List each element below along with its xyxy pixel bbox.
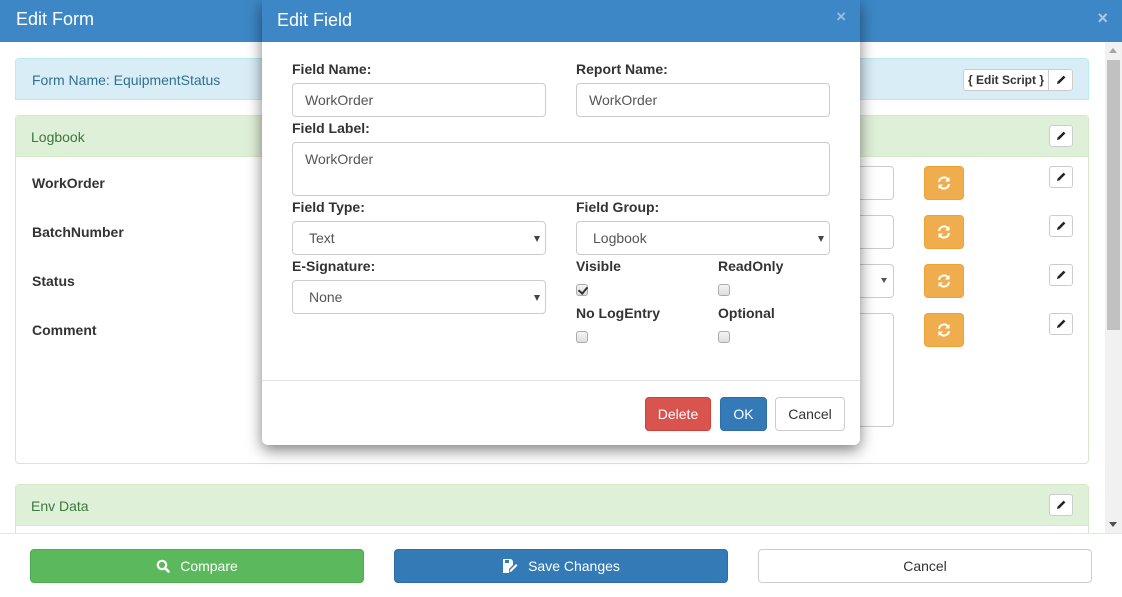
field-label: Comment (32, 322, 97, 338)
field-label-textarea[interactable]: WorkOrder (292, 142, 830, 196)
delete-button[interactable]: Delete (645, 397, 711, 431)
pencil-icon (1057, 270, 1066, 279)
save-edit-icon (503, 559, 518, 573)
pencil-icon (1057, 319, 1066, 328)
field-name-label: Field Name: (292, 61, 372, 77)
edit-field-title: Edit Field (277, 10, 353, 30)
refresh-button[interactable] (924, 264, 964, 298)
field-type-select[interactable]: Text (292, 221, 546, 255)
edit-form-pencil-button[interactable] (1049, 70, 1072, 90)
group-title: Logbook (31, 129, 85, 145)
report-name-input[interactable]: WorkOrder (576, 83, 830, 117)
edit-field-button[interactable] (1049, 166, 1073, 188)
edit-script-button[interactable]: { Edit Script } (964, 70, 1049, 90)
refresh-icon (938, 225, 950, 239)
edit-field-dialog: Edit Field × Field Name: WorkOrder Repor… (262, 0, 860, 445)
edit-form-footer: Compare Save Changes Cancel (0, 533, 1122, 597)
group-title: Env Data (31, 498, 89, 514)
edit-script-group: { Edit Script } (962, 69, 1073, 91)
pencil-icon (1057, 172, 1066, 181)
edit-field-button[interactable] (1049, 313, 1073, 335)
pencil-icon (1056, 75, 1065, 84)
esignature-value: None (309, 289, 343, 305)
edit-group-button[interactable] (1049, 494, 1073, 516)
field-group-label: Field Group: (576, 199, 660, 215)
field-label: BatchNumber (32, 224, 124, 240)
pencil-icon (1057, 131, 1066, 140)
close-icon[interactable]: × (1097, 8, 1108, 29)
esignature-label: E-Signature: (292, 258, 376, 274)
edit-field-footer: Delete OK Cancel (262, 380, 860, 445)
scrollbar-thumb[interactable] (1107, 60, 1120, 330)
refresh-button[interactable] (924, 215, 964, 249)
form-name-label: Form Name: EquipmentStatus (32, 72, 221, 88)
optional-checkbox[interactable] (718, 331, 730, 343)
ok-button[interactable]: OK (720, 397, 767, 431)
scroll-down-arrow-icon[interactable] (1109, 522, 1117, 527)
pencil-icon (1057, 500, 1066, 509)
edit-group-button[interactable] (1049, 125, 1073, 147)
optional-label: Optional (718, 305, 775, 321)
field-group-select[interactable]: Logbook (576, 221, 830, 255)
caret-down-icon (818, 236, 824, 242)
cancel-button[interactable]: Cancel (758, 549, 1092, 583)
compare-label: Compare (180, 558, 238, 574)
field-type-label: Field Type: (292, 199, 365, 215)
refresh-icon (938, 274, 950, 288)
field-name-input[interactable]: WorkOrder (292, 83, 546, 117)
field-label: Status (32, 273, 75, 289)
no-logentry-label: No LogEntry (576, 305, 660, 321)
caret-down-icon (534, 236, 540, 242)
edit-field-header: Edit Field × (262, 0, 860, 42)
close-icon[interactable]: × (836, 7, 846, 27)
field-input[interactable] (856, 215, 894, 249)
readonly-checkbox[interactable] (718, 284, 730, 296)
scroll-up-arrow-icon[interactable] (1109, 48, 1117, 53)
field-label: WorkOrder (32, 175, 105, 191)
visible-label: Visible (576, 258, 621, 274)
group-heading-env-data: Env Data (16, 485, 1088, 526)
group-panel-env-data: Env Data (15, 484, 1089, 533)
search-icon (156, 559, 171, 573)
edit-field-button[interactable] (1049, 264, 1073, 286)
field-select[interactable] (856, 264, 894, 298)
save-changes-label: Save Changes (528, 558, 620, 574)
report-name-label: Report Name: (576, 61, 668, 77)
compare-button[interactable]: Compare (30, 549, 364, 583)
edit-field-button[interactable] (1049, 215, 1073, 237)
edit-form-title: Edit Form (16, 9, 95, 29)
caret-down-icon (881, 278, 887, 283)
readonly-label: ReadOnly (718, 258, 784, 274)
field-type-value: Text (309, 230, 335, 246)
field-label-label: Field Label: (292, 120, 370, 136)
pencil-icon (1057, 221, 1066, 230)
caret-down-icon (534, 295, 540, 301)
vertical-scrollbar[interactable] (1105, 42, 1122, 533)
esignature-select[interactable]: None (292, 280, 546, 314)
refresh-icon (938, 176, 950, 190)
visible-checkbox[interactable] (576, 284, 588, 296)
cancel-field-button[interactable]: Cancel (775, 397, 845, 431)
refresh-button[interactable] (924, 166, 964, 200)
refresh-icon (938, 323, 950, 337)
no-logentry-checkbox[interactable] (576, 331, 588, 343)
save-changes-button[interactable]: Save Changes (394, 549, 728, 583)
field-textarea[interactable] (856, 313, 894, 427)
refresh-button[interactable] (924, 313, 964, 347)
field-group-value: Logbook (593, 230, 647, 246)
field-input[interactable] (856, 166, 894, 200)
